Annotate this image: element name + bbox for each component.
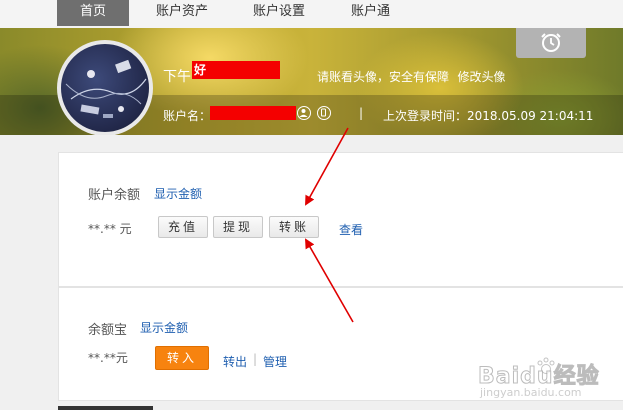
mobile-phone-icon[interactable] <box>317 106 331 120</box>
withdraw-button[interactable]: 提现 <box>213 216 263 238</box>
transfer-in-button[interactable]: 转入 <box>155 346 209 370</box>
avatar-security-tip: 请账看头像，安全有保障 <box>317 70 450 84</box>
last-login-label: 上次登录时间： <box>383 109 468 123</box>
phone-glyph <box>321 108 326 117</box>
yuebao-link-separator: | <box>253 352 258 366</box>
account-name-redaction <box>210 106 296 120</box>
account-balance-card: 账户余额 显示金额 **.** 元 充值 提现 转账 查看 <box>58 152 623 286</box>
top-nav: 首页 账户资产 账户设置 账户通 <box>0 0 623 28</box>
greeting-name: 好 <box>194 63 207 77</box>
greeting-prefix: 下午 <box>163 69 191 85</box>
watermark-url: jingyan.baidu.com <box>480 386 582 399</box>
alarm-clock-icon <box>541 33 561 52</box>
last-login: 上次登录时间：2018.05.09 21:04:11 <box>383 107 593 124</box>
nav-item-account-link[interactable]: 账户通 <box>351 0 390 26</box>
account-balance-title: 账户余额 <box>88 188 141 203</box>
show-balance-link[interactable]: 显示金额 <box>154 185 202 202</box>
bottom-tab-strip <box>58 406 153 410</box>
baidu-jingyan-watermark: Baidu经验 jingyan.baidu.com <box>478 352 623 410</box>
nav-item-home[interactable]: 首页 <box>57 0 129 26</box>
nav-item-account-settings[interactable]: 账户设置 <box>253 0 305 26</box>
edit-avatar-link[interactable]: 修改头像 <box>457 70 505 84</box>
last-login-time: 2018.05.09 21:04:11 <box>467 109 594 123</box>
yuebao-amount: **.**元 <box>88 351 128 365</box>
header-separator: | <box>359 106 364 120</box>
view-link[interactable]: 查看 <box>339 221 363 238</box>
nav-item-account-assets[interactable]: 账户资产 <box>156 0 208 26</box>
avatar-image <box>65 59 147 118</box>
avatar[interactable] <box>57 40 153 135</box>
transfer-button[interactable]: 转账 <box>269 216 319 238</box>
alarm-button[interactable] <box>516 28 586 58</box>
user-profile-icon[interactable] <box>297 106 311 120</box>
manage-link[interactable]: 管理 <box>263 353 287 370</box>
person-glyph <box>299 109 308 117</box>
profile-banner: 下午 请账看头像，安全有保障 修改头像 好 账户名： | 上次登录时间：2018.… <box>0 28 623 135</box>
transfer-out-link[interactable]: 转出 <box>223 353 247 370</box>
account-name-label: 账户名： <box>163 109 212 123</box>
account-balance-amount: **.** 元 <box>88 222 132 236</box>
recharge-button[interactable]: 充值 <box>158 216 208 238</box>
show-yuebao-amount-link[interactable]: 显示金额 <box>140 319 188 336</box>
username-redaction: 好 <box>192 61 280 79</box>
yuebao-title: 余额宝 <box>88 323 128 338</box>
